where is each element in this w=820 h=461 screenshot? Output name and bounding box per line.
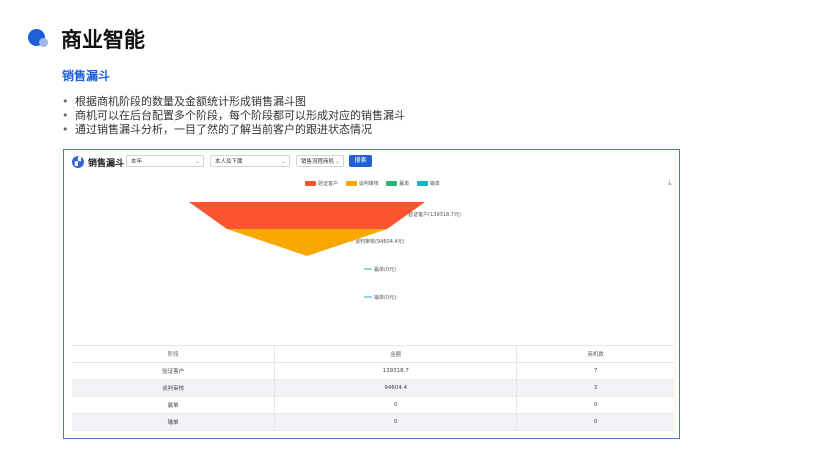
funnel-label: 赢单(0元) xyxy=(374,266,396,273)
bullet-list: 根据商机阶段的数量及金额统计形成销售漏斗图 商机可以在后台配置多个阶段，每个阶段… xyxy=(62,95,405,137)
bullet-item: 通过销售漏斗分析，一目了然的了解当前客户的跟进状态情况 xyxy=(62,123,405,137)
report-panel: ▞ 销售漏斗 本年 ⌄ 本人及下属 ⌄ 销售流程商机 ⌄ 搜索 ⤓ 验证客户 谈… xyxy=(63,149,680,439)
funnel-chart: 验证客户(139318.7元) 谈判审核(94604.4元) 赢单(0元) 输单(0元… xyxy=(189,202,461,301)
title-dot-icon xyxy=(28,29,48,47)
table-row: 输单 0 0 xyxy=(72,413,674,431)
table-header: 金额 xyxy=(274,345,518,363)
funnel-label: 输单(0元) xyxy=(374,294,396,301)
table-row: 谈判审核 94604.4 3 xyxy=(72,379,674,397)
bullet-item: 商机可以在后台配置多个阶段，每个阶段都可以形成对应的销售漏斗 xyxy=(62,109,405,123)
data-table: 阶段 金额 商机数 验证客户 139318.7 7 谈判审核 94604.4 3 赢单 0… xyxy=(72,345,674,431)
funnel-label: 谈判审核(94604.4元) xyxy=(355,238,405,245)
table-header: 阶段 xyxy=(72,345,276,363)
page-title: 商业智能 xyxy=(61,28,145,52)
funnel-segment[interactable] xyxy=(189,202,425,229)
funnel-label: 验证客户(139318.7元) xyxy=(408,211,461,218)
table-row: 赢单 0 0 xyxy=(72,396,674,414)
table-row: 验证客户 139318.7 7 xyxy=(72,362,674,380)
bullet-item: 根据商机阶段的数量及金额统计形成销售漏斗图 xyxy=(62,95,405,109)
table-header: 商机数 xyxy=(516,345,674,363)
section-title: 销售漏斗 xyxy=(62,69,111,83)
